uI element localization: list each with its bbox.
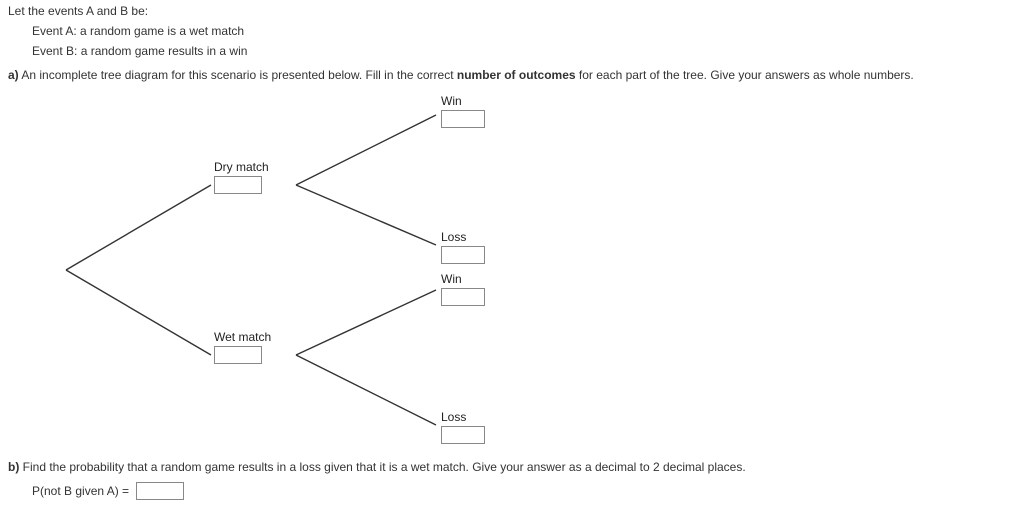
answer-label: P(not B given A) = bbox=[32, 484, 129, 498]
part-b-text: Find the probability that a random game … bbox=[23, 460, 746, 474]
node-dry-win: Win bbox=[441, 94, 485, 128]
input-wet-win[interactable] bbox=[441, 288, 485, 306]
input-dry-loss[interactable] bbox=[441, 246, 485, 264]
label-wet-loss: Loss bbox=[441, 410, 485, 424]
part-b-answer: P(not B given A) = bbox=[32, 482, 1016, 500]
node-dry-loss: Loss bbox=[441, 230, 485, 264]
part-a: a) An incomplete tree diagram for this s… bbox=[8, 68, 1016, 82]
event-b-def: Event B: a random game results in a win bbox=[32, 44, 1016, 58]
input-wet-loss[interactable] bbox=[441, 426, 485, 444]
label-dry-match: Dry match bbox=[214, 160, 269, 174]
node-wet-loss: Loss bbox=[441, 410, 485, 444]
input-prob-answer[interactable] bbox=[136, 482, 184, 500]
node-dry-match: Dry match bbox=[214, 160, 269, 194]
question-container: Let the events A and B be: Event A: a ra… bbox=[0, 0, 1024, 510]
input-wet-match[interactable] bbox=[214, 346, 262, 364]
node-wet-win: Win bbox=[441, 272, 485, 306]
tree-lines bbox=[36, 90, 596, 450]
part-b: b) Find the probability that a random ga… bbox=[8, 460, 1016, 474]
node-wet-match: Wet match bbox=[214, 330, 271, 364]
part-a-label: a) bbox=[8, 68, 19, 82]
label-wet-win: Win bbox=[441, 272, 485, 286]
part-b-label: b) bbox=[8, 460, 19, 474]
input-dry-match[interactable] bbox=[214, 176, 262, 194]
part-a-text-before: An incomplete tree diagram for this scen… bbox=[21, 68, 457, 82]
part-a-text-after: for each part of the tree. Give your ans… bbox=[576, 68, 914, 82]
part-a-text-bold: number of outcomes bbox=[457, 68, 576, 82]
input-dry-win[interactable] bbox=[441, 110, 485, 128]
label-dry-loss: Loss bbox=[441, 230, 485, 244]
part-a-text: An incomplete tree diagram for this scen… bbox=[21, 68, 913, 82]
label-wet-match: Wet match bbox=[214, 330, 271, 344]
tree-diagram: Dry match Wet match Win Loss Win Loss bbox=[36, 90, 596, 450]
intro-lead: Let the events A and B be: bbox=[8, 4, 1016, 18]
event-a-def: Event A: a random game is a wet match bbox=[32, 24, 1016, 38]
label-dry-win: Win bbox=[441, 94, 485, 108]
